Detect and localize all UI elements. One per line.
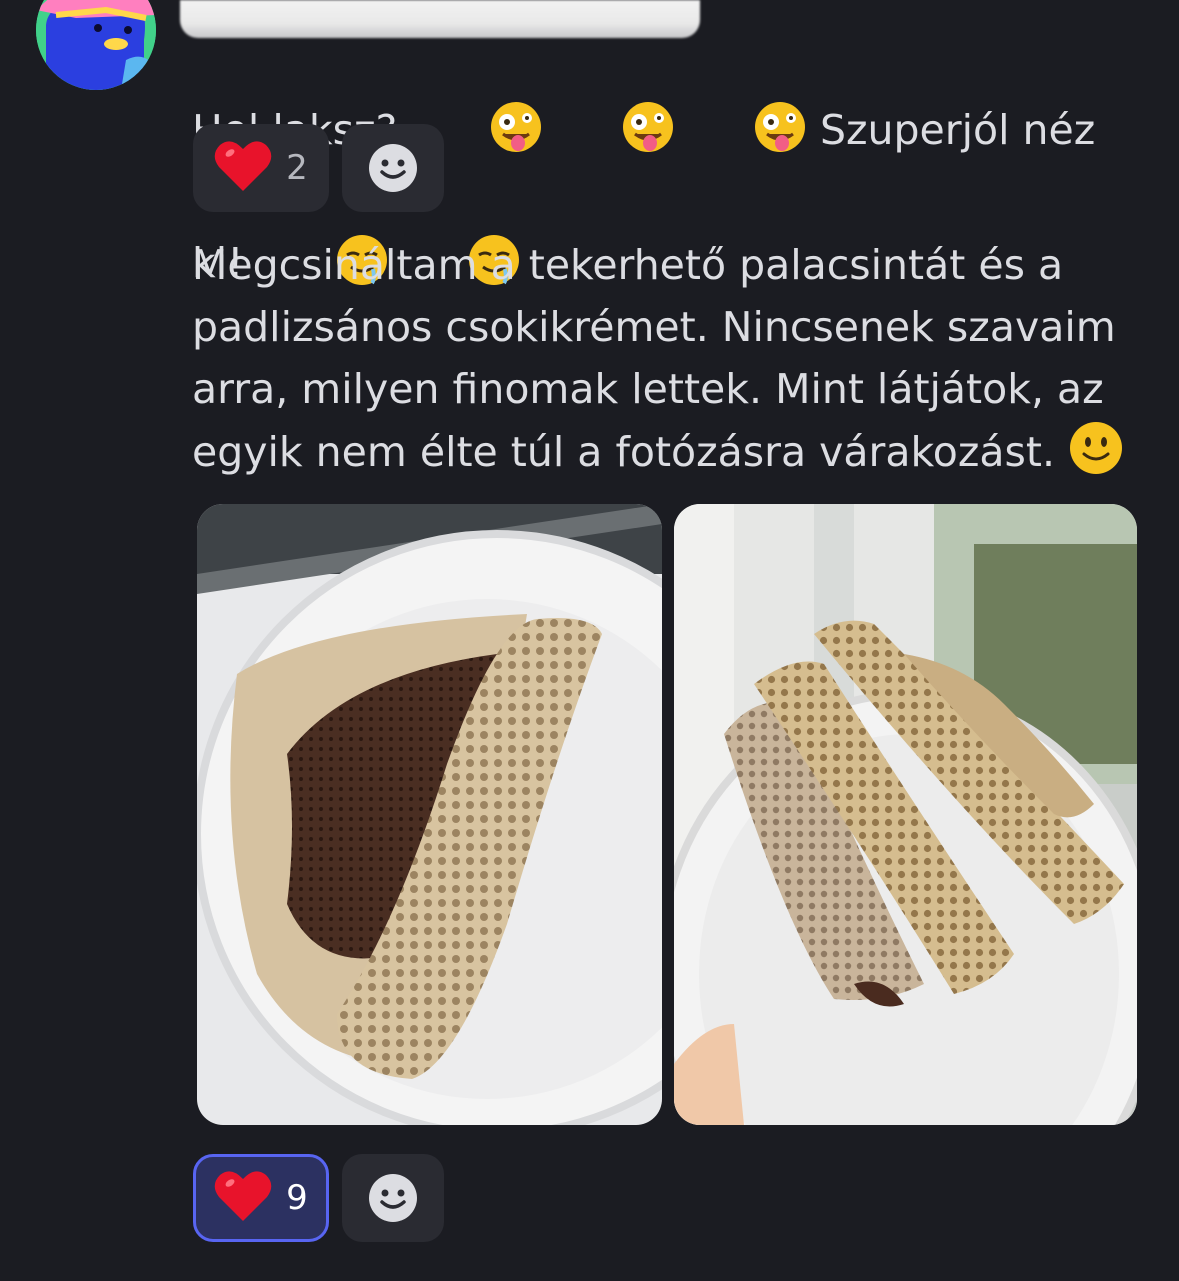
red-heart-emoji [214,1169,272,1227]
heart-reaction-button[interactable]: 2 [193,124,329,212]
reaction-count: 2 [286,148,308,188]
message-text: Megcsináltam a tekerhető palacsintát és … [192,234,1142,493]
user-avatar[interactable] [36,0,156,90]
reaction-count: 9 [286,1178,308,1218]
slightly-smiling-face-emoji [1068,420,1124,493]
photo-rolled-crepe-with-chocolate-spread[interactable] [197,504,662,1125]
chat-view: Hol laksz? Szuperjól néz ki! 2 Megcsinál… [0,0,1179,1281]
smiley-add-reaction-icon [369,1174,417,1222]
username-redacted [180,0,700,38]
red-heart-emoji [214,139,272,197]
smiley-add-reaction-icon [369,144,417,192]
avatar-cartoon-icon [36,0,156,90]
photo-plate-of-rolled-crepes[interactable] [674,504,1137,1125]
zany-face-emoji [675,38,807,171]
add-reaction-button[interactable] [342,124,444,212]
zany-face-emoji [543,38,675,171]
add-reaction-button[interactable] [342,1154,444,1242]
heart-reaction-button[interactable]: 9 [193,1154,329,1242]
